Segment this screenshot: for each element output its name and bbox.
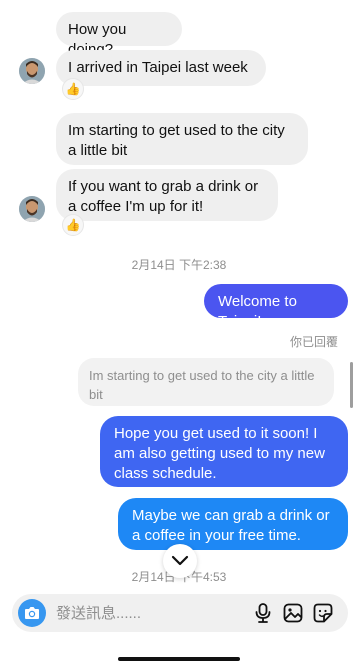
avatar-image (19, 58, 45, 84)
avatar[interactable] (19, 58, 45, 84)
scrollbar[interactable] (350, 362, 353, 408)
message-text: Hope you get used to it soon! I am also … (114, 425, 325, 482)
reply-note: 你已回覆 (290, 335, 339, 349)
sticker-icon (313, 603, 333, 623)
thumbs-up-icon: 👍 (65, 82, 81, 96)
outgoing-message[interactable]: Hope you get used to it soon! I am also … (100, 416, 348, 487)
gallery-icon (283, 603, 303, 623)
avatar-image (19, 196, 45, 222)
outgoing-message[interactable]: Maybe we can grab a drink or a coffee in… (118, 498, 348, 550)
message-text: Im starting to get used to the city a li… (68, 122, 285, 159)
quoted-message[interactable]: Im starting to get used to the city a li… (78, 358, 334, 406)
microphone-icon (255, 603, 271, 623)
timestamp: 2月14日 下午2:38 (131, 258, 227, 272)
quoted-text: Im starting to get used to the city a li… (89, 368, 315, 402)
message-text: I arrived in Taipei last week (68, 59, 248, 76)
message-composer (12, 594, 348, 632)
incoming-message[interactable]: Im starting to get used to the city a li… (56, 113, 308, 165)
message-text: Welcome to Taipei! (218, 293, 297, 330)
chevron-down-icon (171, 555, 189, 566)
incoming-message[interactable]: I arrived in Taipei last week (56, 50, 266, 86)
incoming-message[interactable]: If you want to grab a drink or a coffee … (56, 169, 278, 221)
scroll-to-bottom-button[interactable] (163, 544, 197, 578)
microphone-button[interactable] (250, 600, 276, 626)
avatar[interactable] (19, 196, 45, 222)
message-text: If you want to grab a drink or a coffee … (68, 178, 259, 215)
reaction-badge[interactable]: 👍 (62, 214, 84, 236)
outgoing-message[interactable]: Welcome to Taipei! (204, 284, 348, 330)
message-text: Maybe we can grab a drink or a coffee in… (132, 507, 330, 544)
gallery-button[interactable] (280, 600, 306, 626)
reaction-badge[interactable]: 👍 (62, 78, 84, 100)
camera-button[interactable] (18, 599, 46, 627)
thumbs-up-icon: 👍 (65, 218, 81, 232)
message-input[interactable] (56, 594, 226, 632)
sticker-button[interactable] (310, 600, 336, 626)
incoming-message[interactable]: How you doing? (56, 12, 182, 58)
home-indicator (118, 657, 240, 661)
camera-icon (25, 607, 39, 619)
